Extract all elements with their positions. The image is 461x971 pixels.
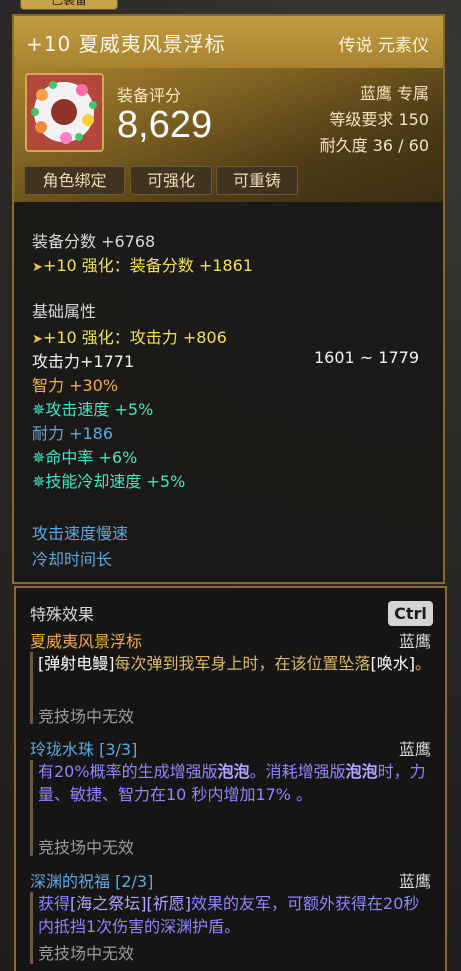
- effect-name-2: 玲珑水珠 [3/3]: [30, 740, 138, 759]
- attack-range: 1601 ~ 1779: [314, 348, 420, 367]
- gear-score-line: 装备分数 +6768: [32, 232, 156, 251]
- tooltip-screen: 已装备 +10 夏威夷风景浮标 传说 元素仪 装备评分 8,629 蓝鹰 专属 …: [0, 0, 461, 971]
- float-ring-icon: [27, 75, 102, 150]
- equipped-tab[interactable]: 已装备: [20, 0, 118, 10]
- tooltip-header: +10 夏威夷风景浮标 传说 元素仪: [14, 16, 443, 69]
- effect-note-2: 竞技场中无效: [38, 838, 135, 857]
- effect-desc-2: 有20%概率的生成增强版泡泡。消耗增强版泡泡时，力量、敏捷、智力在10 秒内增加…: [38, 762, 426, 804]
- cooldown-note: 冷却时间长: [32, 550, 113, 569]
- effect-desc-3: 获得[海之祭坛][祈愿]效果的友军，可额外获得在20秒内抵挡1次伤害的深渊护盾。: [38, 894, 420, 936]
- special-effects-panel: 特殊效果 Ctrl 夏威夷风景浮标 蓝鹰 [弹射电鳗]每次弹到我军身上时，在该位…: [14, 586, 447, 971]
- item-name: +10 夏威夷风景浮标: [26, 32, 226, 56]
- intelligence-line: 智力 +30%: [32, 376, 119, 395]
- enhance-attack-line: ➤+10 强化：攻击力 +806: [32, 328, 227, 347]
- item-info-panel: 装备评分 8,629 蓝鹰 专属 等级要求 150 耐久度 36 / 60 角色…: [14, 68, 443, 202]
- effect-divider: [30, 652, 33, 724]
- item-tooltip: +10 夏威夷风景浮标 传说 元素仪 装备评分 8,629 蓝鹰 专属 等级要求…: [12, 14, 445, 584]
- sparkle-icon: ✵: [32, 400, 46, 419]
- base-stats-title: 基础属性: [32, 302, 97, 321]
- tag-enhance: 可强化: [130, 166, 212, 195]
- effect-divider: [30, 760, 33, 856]
- accuracy-line: ✵命中率 +6%: [32, 448, 138, 467]
- effect-name-3: 深渊的祝福 [2/3]: [30, 872, 154, 891]
- effect-class-2: 蓝鹰: [398, 740, 431, 759]
- attack-line: 攻击力+1771: [32, 352, 135, 371]
- attack-speed-note: 攻击速度慢速: [32, 524, 129, 543]
- special-effects-title: 特殊效果: [30, 605, 95, 624]
- arrow-icon: ➤: [32, 332, 43, 347]
- attack-speed-line: ✵攻击速度 +5%: [32, 400, 154, 419]
- score-label: 装备评分: [117, 86, 182, 105]
- score-value: 8,629: [117, 104, 213, 146]
- enhance-gear-score-line: ➤+10 强化：装备分数 +1861: [32, 256, 253, 275]
- effect-divider: [30, 892, 33, 964]
- cooldown-line: ✵技能冷却速度 +5%: [32, 472, 186, 491]
- stamina-line: 耐力 +186: [32, 424, 114, 443]
- sparkle-icon: ✵: [32, 472, 46, 491]
- item-icon-frame: [25, 73, 104, 152]
- effect-name-1: 夏威夷风景浮标: [30, 632, 143, 651]
- tag-reforge: 可重铸: [216, 166, 298, 195]
- effect-desc-1: [弹射电鳗]每次弹到我军身上时，在该位置坠落[唤水]。: [38, 654, 432, 673]
- arrow-icon: ➤: [32, 260, 43, 275]
- effect-class-3: 蓝鹰: [398, 872, 431, 891]
- effect-note-3: 竞技场中无效: [38, 944, 135, 963]
- durability: 耐久度 36 / 60: [319, 136, 429, 155]
- sparkle-icon: ✵: [32, 448, 46, 467]
- effect-class-1: 蓝鹰: [398, 632, 431, 651]
- ctrl-key-hint: Ctrl: [388, 601, 433, 626]
- tag-bound: 角色绑定: [24, 166, 125, 195]
- class-tag: 蓝鹰 专属: [359, 84, 429, 103]
- level-requirement: 等级要求 150: [329, 110, 429, 129]
- item-grade: 传说 元素仪: [338, 36, 429, 56]
- effect-note-1: 竞技场中无效: [38, 707, 135, 726]
